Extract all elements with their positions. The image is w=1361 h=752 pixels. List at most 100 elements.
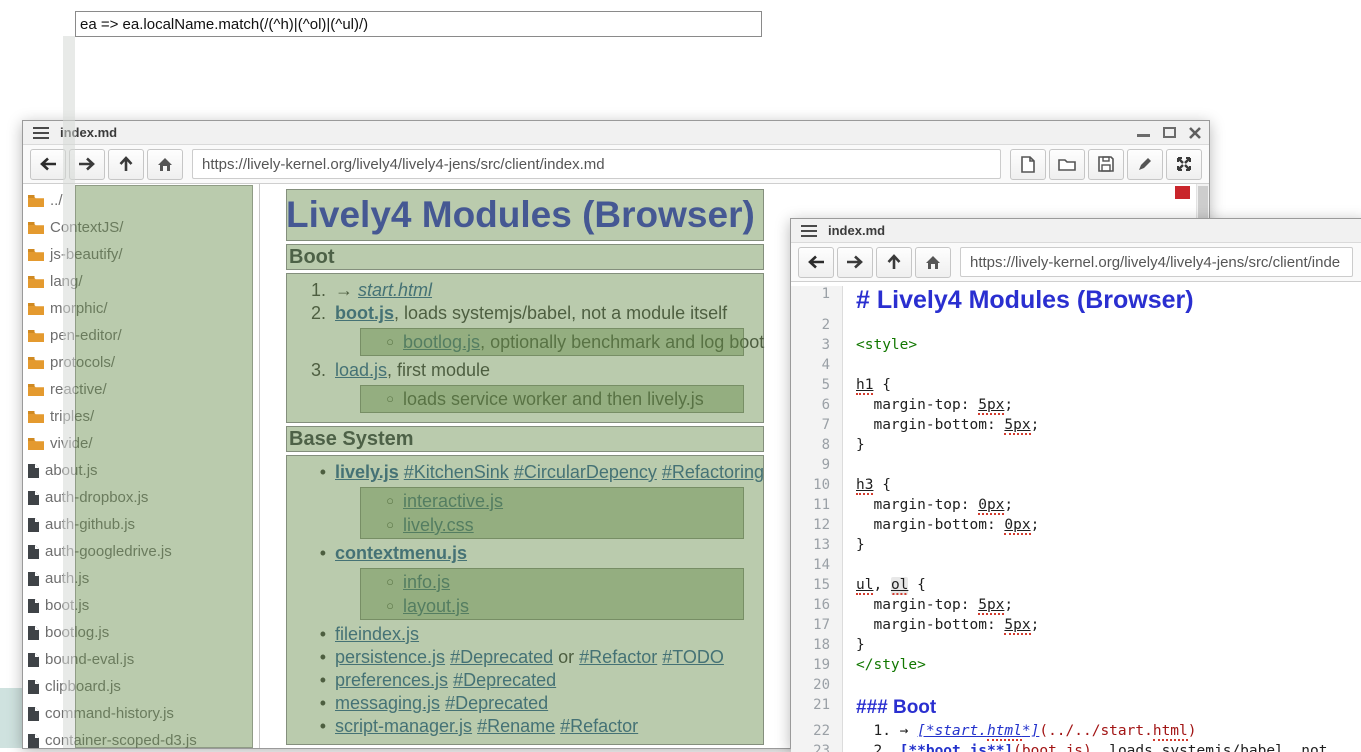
left-url-input[interactable] [192, 149, 1001, 179]
left-window-titlebar[interactable]: index.md [23, 121, 1209, 145]
tree-item-folder[interactable]: morphic/ [23, 295, 259, 322]
open-folder-button[interactable] [1049, 149, 1085, 180]
tree-item-file[interactable]: command-history.js [23, 700, 259, 727]
code-token: ### Boot [856, 697, 936, 718]
tree-item-folder[interactable]: lang/ [23, 268, 259, 295]
tree-item-label: clipboard.js [45, 678, 121, 695]
home-button[interactable] [915, 247, 951, 278]
window-menu-icon[interactable] [33, 127, 49, 139]
code-token: ol [891, 577, 908, 595]
tree-item-folder[interactable]: triples/ [23, 403, 259, 430]
tree-item-folder[interactable]: ../ [23, 187, 259, 214]
tree-item-folder[interactable]: pen-editor/ [23, 322, 259, 349]
up-button[interactable] [108, 149, 144, 180]
folder-icon [27, 437, 45, 451]
forward-button[interactable] [69, 149, 105, 180]
save-button[interactable] [1088, 149, 1124, 180]
tree-item-label: boot.js [45, 597, 89, 614]
line-number: 19 [791, 657, 843, 677]
tree-item-file[interactable]: auth-dropbox.js [23, 484, 259, 511]
list-marker: • [286, 669, 326, 692]
home-button[interactable] [147, 149, 183, 180]
tree-item-file[interactable]: boot.js [23, 592, 259, 619]
window-menu-icon[interactable] [801, 225, 817, 237]
md-link[interactable]: start.html [358, 280, 432, 300]
md-link[interactable]: interactive.js [403, 491, 503, 511]
source-code-editor[interactable]: 1# Lively4 Modules (Browser)23<style>45h… [791, 282, 1361, 752]
back-button[interactable] [30, 149, 66, 180]
md-link[interactable]: #TODO [662, 647, 724, 667]
element-filter-input[interactable] [75, 11, 762, 37]
md-link[interactable]: #Deprecated [445, 693, 548, 713]
md-link[interactable]: script-manager.js [335, 716, 472, 736]
line-number: 4 [791, 357, 843, 377]
md-link[interactable]: persistence.js [335, 647, 445, 667]
edit-button[interactable] [1127, 149, 1163, 180]
md-link[interactable]: lively.js [335, 462, 399, 482]
right-url-input[interactable] [960, 247, 1353, 277]
md-link[interactable]: #Rename [477, 716, 555, 736]
tree-item-file[interactable]: bootlog.js [23, 619, 259, 646]
code-token: ; [1031, 617, 1040, 633]
line-number: 15 [791, 577, 843, 597]
maximize-icon[interactable] [1163, 127, 1176, 138]
line-number: 9 [791, 457, 843, 477]
new-file-button[interactable] [1010, 149, 1046, 180]
md-link[interactable]: #Refactor [560, 716, 638, 736]
tree-item-file[interactable]: clipboard.js [23, 673, 259, 700]
tree-item-file[interactable]: bound-eval.js [23, 646, 259, 673]
md-link[interactable]: #Deprecated [453, 670, 556, 690]
tree-item-folder[interactable]: protocols/ [23, 349, 259, 376]
code-line: 14 [791, 557, 1361, 577]
code-token: # Lively4 Modules (Browser) [856, 286, 1194, 314]
tree-item-file[interactable]: auth.js [23, 565, 259, 592]
code-token: 0px [978, 497, 1004, 515]
tree-item-file[interactable]: auth-github.js [23, 511, 259, 538]
tree-item-folder[interactable]: ContextJS/ [23, 214, 259, 241]
tree-item-folder[interactable]: js-beautify/ [23, 241, 259, 268]
tree-item-folder[interactable]: reactive/ [23, 376, 259, 403]
right-window-title: index.md [828, 223, 885, 238]
md-link[interactable]: bootlog.js [403, 332, 480, 352]
line-number: 6 [791, 397, 843, 417]
line-number: 11 [791, 497, 843, 517]
list-item: ○layout.js [360, 594, 744, 618]
back-button[interactable] [798, 247, 834, 278]
md-link[interactable]: boot.js [335, 303, 394, 323]
md-link[interactable]: layout.js [403, 596, 469, 616]
expand-button[interactable] [1166, 149, 1202, 180]
tree-item-file[interactable]: about.js [23, 457, 259, 484]
md-link[interactable]: messaging.js [335, 693, 440, 713]
tree-item-file[interactable]: container-scoped-d3.js [23, 727, 259, 748]
right-window-titlebar[interactable]: index.md [791, 219, 1361, 243]
md-link[interactable]: #Deprecated [450, 647, 553, 667]
md-link[interactable]: contextmenu.js [335, 543, 467, 563]
tree-item-folder[interactable]: vivide/ [23, 430, 259, 457]
code-line: 2 [791, 317, 1361, 337]
md-link[interactable]: info.js [403, 572, 450, 592]
md-link[interactable]: #Refactoring [662, 462, 764, 482]
list-marker: • [286, 461, 326, 484]
up-button[interactable] [876, 247, 912, 278]
md-link[interactable]: #Refactor [579, 647, 657, 667]
md-link[interactable]: lively.css [403, 515, 474, 535]
file-icon [27, 625, 40, 641]
md-link[interactable]: fileindex.js [335, 624, 419, 644]
code-token: 5px [978, 597, 1004, 615]
tree-item-file[interactable]: auth-googledrive.js [23, 538, 259, 565]
minimize-icon[interactable] [1137, 128, 1150, 138]
md-link[interactable]: preferences.js [335, 670, 448, 690]
home-icon [157, 157, 173, 172]
list-item: •fileindex.js [286, 623, 764, 646]
code-line: 16 margin-top: 5px; [791, 597, 1361, 617]
code-token: <style> [856, 337, 917, 353]
md-link[interactable]: #KitchenSink [404, 462, 509, 482]
code-line: 9 [791, 457, 1361, 477]
tree-item-label: bootlog.js [45, 624, 109, 641]
line-number: 13 [791, 537, 843, 557]
close-icon[interactable] [1189, 127, 1201, 139]
back-arrow-icon [39, 157, 57, 171]
forward-button[interactable] [837, 247, 873, 278]
md-link[interactable]: load.js [335, 360, 387, 380]
md-link[interactable]: #CircularDepency [514, 462, 657, 482]
